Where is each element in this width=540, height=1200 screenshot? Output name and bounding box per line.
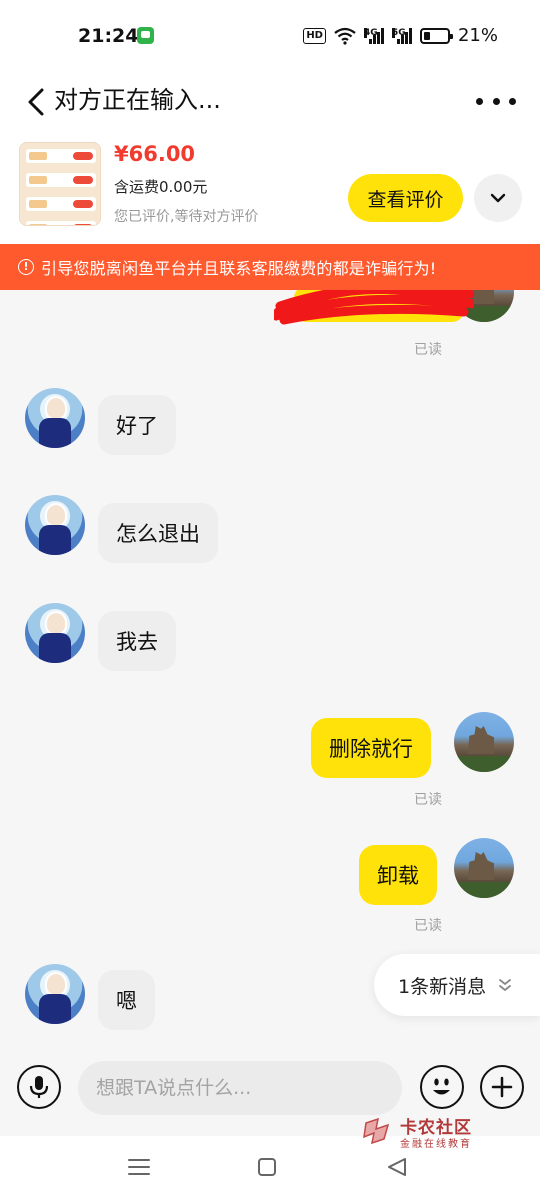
signal-4g-icon: 4G <box>363 27 384 44</box>
status-indicators: HD 4G 5G 21% <box>303 25 498 46</box>
microphone-icon[interactable] <box>17 1065 61 1109</box>
chevron-down-icon <box>490 193 506 203</box>
home-icon[interactable] <box>258 1158 276 1176</box>
message-bubble[interactable]: 删除就行 <box>311 718 431 778</box>
plus-icon[interactable] <box>480 1065 524 1109</box>
battery-icon <box>419 27 453 44</box>
chat-header: 对方正在输入... <box>0 72 540 132</box>
avatar[interactable] <box>454 712 514 772</box>
message-bubble[interactable]: 嗯 <box>98 970 155 1030</box>
network-type-label: 5G <box>391 27 406 38</box>
recent-apps-icon[interactable] <box>128 1159 150 1175</box>
battery-percent: 21% <box>457 25 498 46</box>
message-bubble[interactable]: 卸载 <box>359 845 437 905</box>
message-bubble[interactable]: 好了 <box>98 395 176 455</box>
product-thumbnail[interactable] <box>19 142 101 226</box>
product-price: ¥66.00 <box>114 142 196 166</box>
status-bar: 21:24 HD 4G 5G 21% <box>0 0 540 72</box>
warning-text: 引导您脱离闲鱼平台并且联系客服缴费的都是诈骗行为! <box>41 259 437 278</box>
avatar[interactable] <box>25 388 85 448</box>
fraud-warning-banner: ! 引导您脱离闲鱼平台并且联系客服缴费的都是诈骗行为! <box>0 244 540 290</box>
more-horizontal-icon[interactable] <box>476 86 516 116</box>
network-type-label: 4G <box>363 27 378 38</box>
warning-icon: ! <box>18 259 34 275</box>
review-status: 您已评价,等待对方评价 <box>114 209 259 225</box>
hd-icon: HD <box>303 27 326 44</box>
page-title: 对方正在输入... <box>54 86 221 114</box>
avatar[interactable] <box>25 495 85 555</box>
avatar[interactable] <box>25 603 85 663</box>
read-receipt: 已读 <box>414 342 442 358</box>
view-review-button[interactable]: 查看评价 <box>348 174 463 222</box>
message-bubble[interactable]: 我去 <box>98 611 176 671</box>
chevron-left-icon[interactable] <box>22 84 52 120</box>
watermark-subtitle: 金融在线教育 <box>400 1139 472 1150</box>
message-app-icon <box>137 27 154 44</box>
read-receipt: 已读 <box>414 918 442 934</box>
message-input[interactable] <box>78 1061 402 1115</box>
message-bubble[interactable]: 怎么退出 <box>98 503 218 563</box>
new-messages-label: 1条新消息 <box>398 975 487 998</box>
product-card[interactable]: ¥66.00 含运费0.00元 您已评价,等待对方评价 查看评价 <box>0 132 540 244</box>
signal-5g-icon: 5G <box>391 27 412 44</box>
avatar[interactable] <box>25 964 85 1024</box>
back-triangle-icon[interactable] <box>386 1157 408 1177</box>
watermark-icon <box>363 1117 390 1145</box>
expand-button[interactable] <box>474 174 522 222</box>
new-messages-button[interactable]: 1条新消息 <box>374 954 540 1016</box>
product-shipping: 含运费0.00元 <box>114 178 208 196</box>
watermark-logo: 卡农社区 金融在线教育 <box>362 1113 492 1153</box>
avatar[interactable] <box>454 838 514 898</box>
status-time: 21:24 <box>78 25 139 47</box>
wifi-icon <box>334 27 356 45</box>
double-chevron-down-icon <box>499 979 511 991</box>
read-receipt: 已读 <box>414 792 442 808</box>
emoji-smile-icon[interactable] <box>420 1065 464 1109</box>
